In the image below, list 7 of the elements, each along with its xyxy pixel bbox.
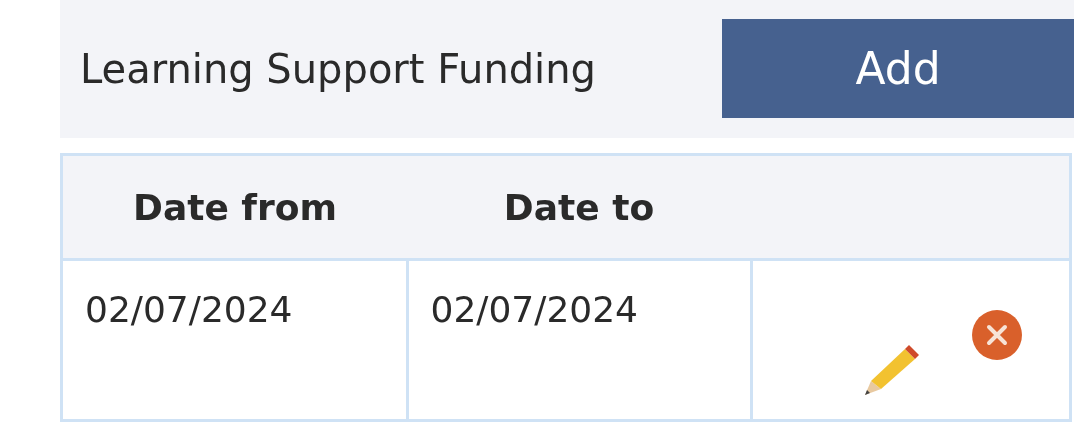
table-cell: 02/07/2024 <box>407 259 751 421</box>
add-button[interactable]: Add <box>722 18 1074 118</box>
close-icon[interactable] <box>970 309 1023 361</box>
section-title: Learning Support Funding <box>80 46 596 92</box>
column-header: Date to <box>407 154 751 260</box>
column-header: Date from <box>61 154 407 260</box>
table-cell: 02/07/2024 <box>61 259 407 421</box>
